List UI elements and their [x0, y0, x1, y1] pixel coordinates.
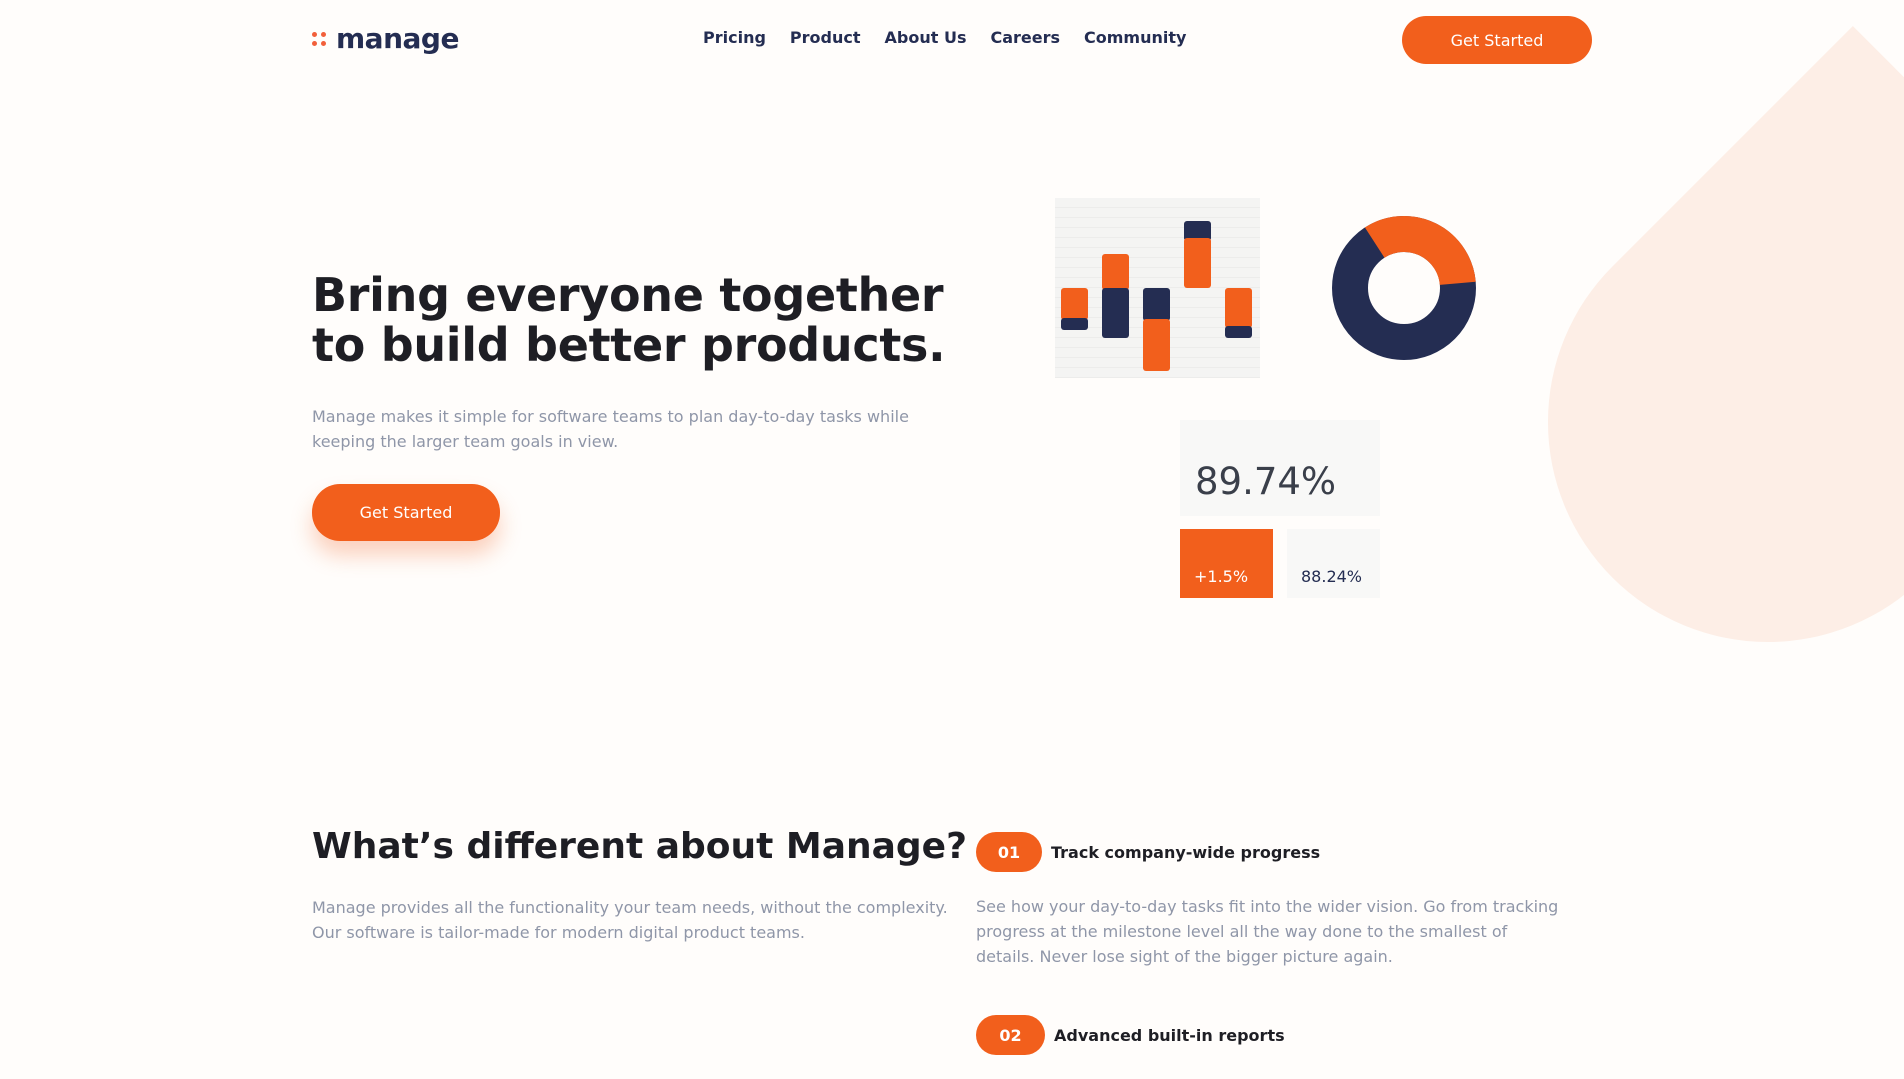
- hero-get-started-button[interactable]: Get Started: [312, 484, 500, 541]
- bar-3-orange: [1143, 319, 1170, 371]
- big-stat-value: 89.74%: [1195, 460, 1337, 503]
- nav-careers[interactable]: Careers: [990, 28, 1060, 47]
- bar-5-orange: [1225, 288, 1252, 328]
- stat-card: 89.74%: [1180, 420, 1380, 516]
- feature-title: Advanced built-in reports: [1054, 1025, 1285, 1045]
- nav-about-us[interactable]: About Us: [885, 28, 967, 47]
- site-header: manage Pricing Product About Us Careers …: [312, 16, 1592, 64]
- hero-description: Manage makes it simple for software team…: [312, 407, 909, 451]
- change-value: +1.5%: [1194, 567, 1249, 586]
- logo-text: manage: [336, 22, 459, 55]
- bar-4-orange: [1184, 238, 1211, 288]
- small-stat-value: 88.24%: [1301, 567, 1363, 586]
- donut-chart: [1332, 215, 1476, 360]
- nav-pricing[interactable]: Pricing: [703, 28, 766, 47]
- hero-title-line1: Bring everyone together: [312, 268, 944, 322]
- small-stat-card: 88.24%: [1287, 529, 1380, 598]
- nav-community[interactable]: Community: [1084, 28, 1186, 47]
- feature-number-badge: 01: [976, 832, 1042, 872]
- feature-item: 02 Advanced built-in reports: [976, 1015, 1285, 1055]
- logo-dots-icon: [312, 30, 330, 48]
- logo[interactable]: manage: [312, 22, 459, 55]
- feature-number-badge: 02: [976, 1015, 1045, 1055]
- bar-5-navy: [1225, 326, 1252, 338]
- hero-title-line2: to build better products.: [312, 318, 946, 372]
- scrollbar[interactable]: [1898, 0, 1904, 1079]
- feature-description: See how your day-to-day tasks fit into t…: [976, 897, 1559, 966]
- feature-item: 01 Track company-wide progress See how y…: [976, 832, 1566, 969]
- hero-title: Bring everyone together to build better …: [312, 268, 946, 372]
- bar-chart-card: [1055, 198, 1260, 378]
- bar-3-navy: [1143, 288, 1170, 321]
- features-title: What’s different about Manage?: [312, 826, 967, 867]
- bar-1-navy: [1061, 318, 1088, 330]
- feature-head: 02 Advanced built-in reports: [976, 1015, 1285, 1055]
- feature-head: 01 Track company-wide progress: [976, 832, 1566, 872]
- donut-orange-segment: [1364, 215, 1476, 286]
- change-card: +1.5%: [1180, 529, 1273, 598]
- main-nav: Pricing Product About Us Careers Communi…: [703, 28, 1186, 47]
- feature-title: Track company-wide progress: [1051, 842, 1321, 862]
- header-get-started-button[interactable]: Get Started: [1402, 16, 1592, 64]
- features-description: Manage provides all the functionality yo…: [312, 898, 948, 942]
- nav-product[interactable]: Product: [790, 28, 861, 47]
- bar-1-orange: [1061, 288, 1088, 320]
- donut-chart-card: [1287, 190, 1525, 400]
- bar-2-navy: [1102, 288, 1129, 338]
- bar-2-orange: [1102, 254, 1129, 290]
